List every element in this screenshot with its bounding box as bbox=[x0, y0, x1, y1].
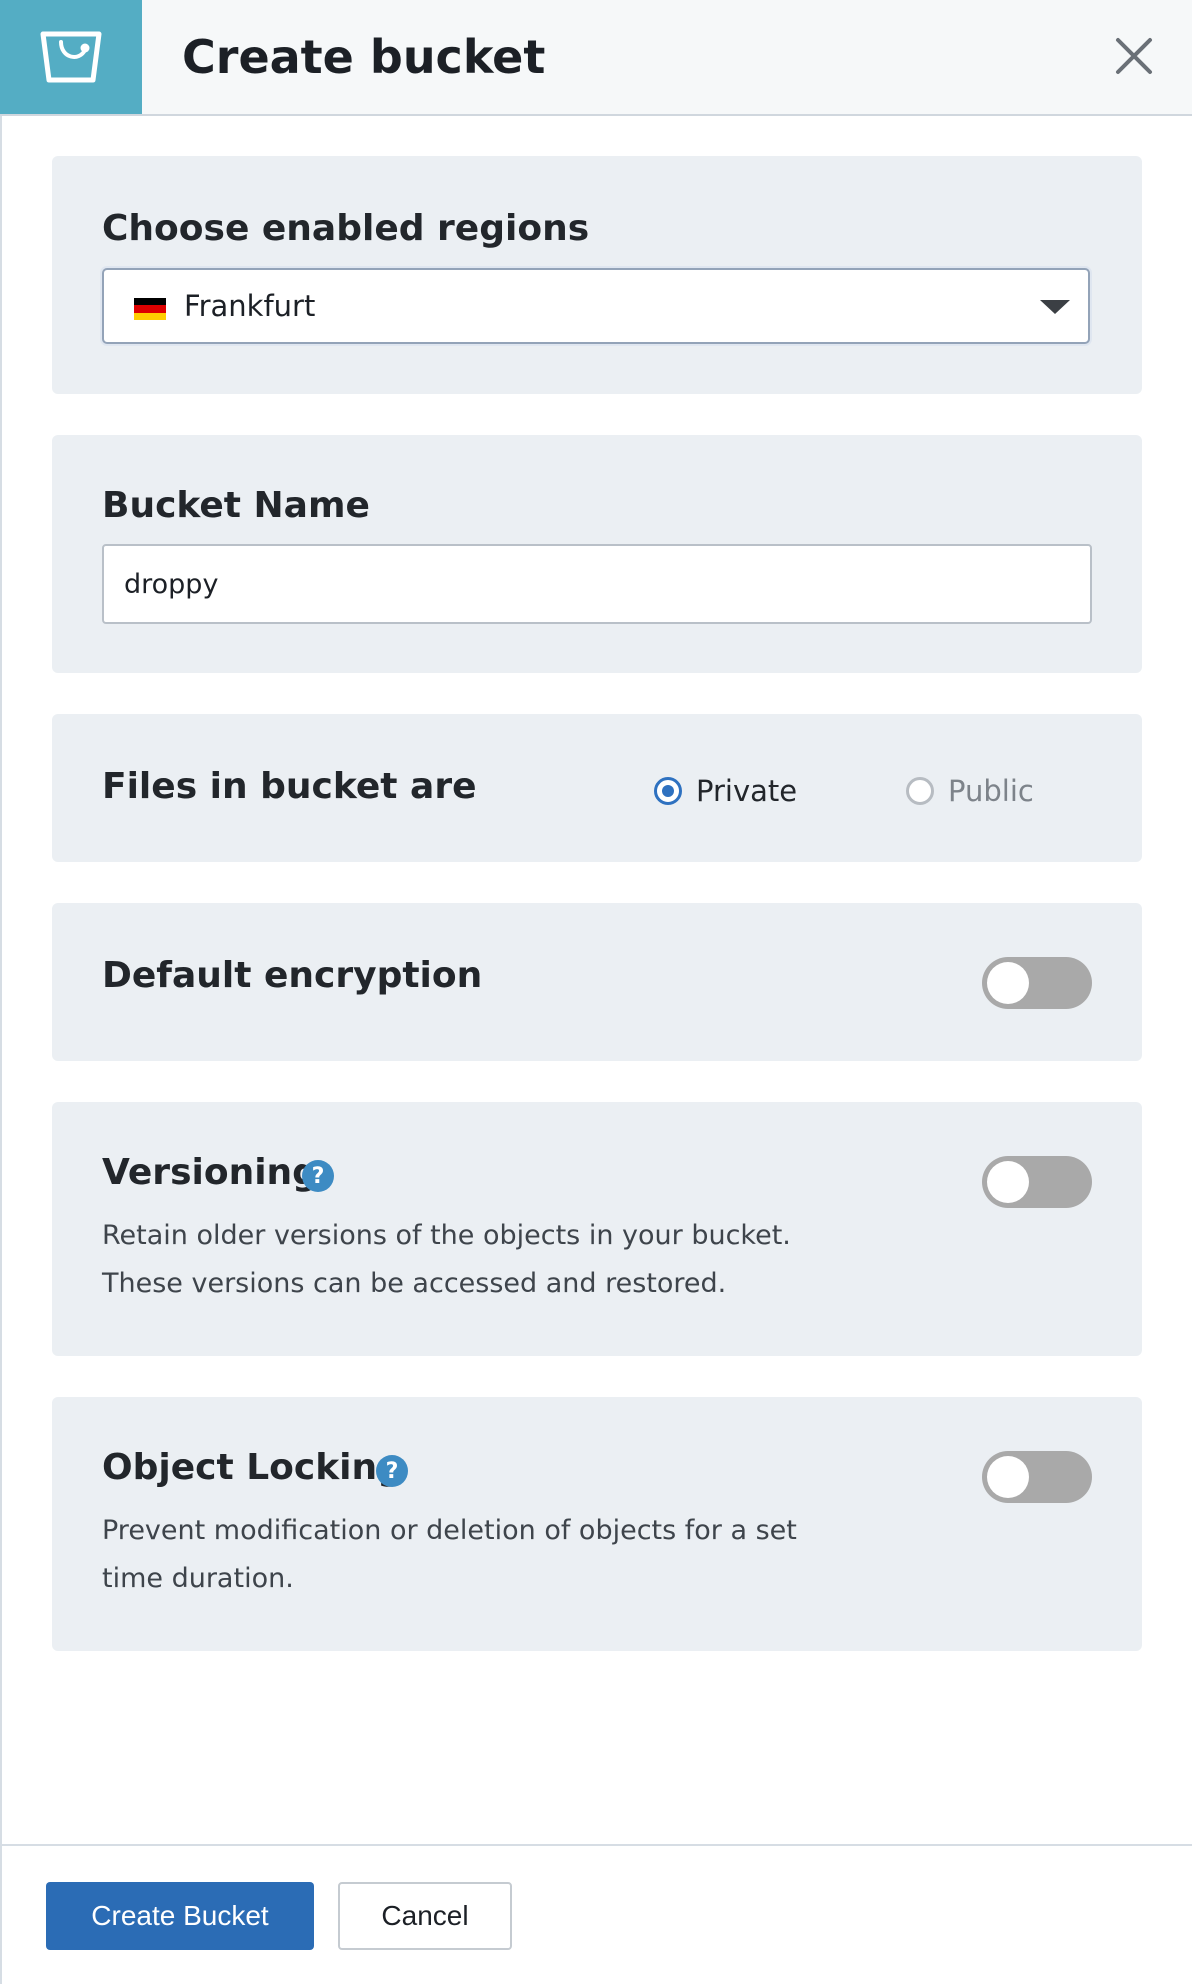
radio-public[interactable]: Public bbox=[906, 774, 1034, 808]
versioning-description-line: These versions can be accessed and resto… bbox=[102, 1268, 727, 1299]
versioning-label: Versioning bbox=[102, 1152, 318, 1193]
radio-private-label: Private bbox=[696, 774, 798, 808]
create-bucket-button[interactable]: Create Bucket bbox=[46, 1882, 314, 1950]
object-locking-description: Prevent modification or deletion of obje… bbox=[102, 1507, 822, 1603]
object-locking-toggle[interactable] bbox=[982, 1451, 1092, 1503]
toggle-knob bbox=[987, 1456, 1029, 1498]
encryption-label: Default encryption bbox=[102, 955, 483, 996]
bucket-name-section: Bucket Name bbox=[52, 435, 1142, 673]
object-locking-section: Object Locking ? Prevent modification or… bbox=[52, 1397, 1142, 1651]
radio-public-dot[interactable] bbox=[906, 777, 934, 805]
radio-public-label: Public bbox=[948, 774, 1034, 808]
region-section: Choose enabled regions Frankfurt bbox=[52, 156, 1142, 394]
panel-header: Create bucket bbox=[0, 0, 1192, 116]
radio-private-dot[interactable] bbox=[654, 777, 682, 805]
cancel-button[interactable]: Cancel bbox=[338, 1882, 512, 1950]
bucket-name-label: Bucket Name bbox=[102, 485, 370, 526]
bucket-name-input[interactable] bbox=[102, 544, 1092, 624]
page-title: Create bucket bbox=[182, 30, 546, 84]
radio-private[interactable]: Private bbox=[654, 774, 797, 808]
toggle-knob bbox=[987, 1161, 1029, 1203]
footer-divider bbox=[0, 1844, 1192, 1846]
object-locking-label: Object Locking bbox=[102, 1447, 403, 1488]
germany-flag-icon bbox=[134, 298, 166, 320]
object-locking-description-line: time duration. bbox=[102, 1563, 294, 1594]
region-label: Choose enabled regions bbox=[102, 208, 590, 249]
versioning-toggle[interactable] bbox=[982, 1156, 1092, 1208]
toggle-knob bbox=[987, 962, 1029, 1004]
region-selected-value: Frankfurt bbox=[184, 289, 316, 323]
object-locking-description-line: Prevent modification or deletion of obje… bbox=[102, 1515, 797, 1546]
versioning-description-line: Retain older versions of the objects in … bbox=[102, 1220, 791, 1251]
help-icon[interactable]: ? bbox=[376, 1455, 408, 1487]
help-icon[interactable]: ? bbox=[302, 1160, 334, 1192]
close-icon[interactable] bbox=[1108, 30, 1160, 82]
bucket-icon bbox=[0, 0, 142, 114]
encryption-section: Default encryption bbox=[52, 903, 1142, 1061]
chevron-down-icon bbox=[1040, 300, 1070, 314]
region-select[interactable]: Frankfurt bbox=[102, 268, 1090, 344]
encryption-toggle[interactable] bbox=[982, 957, 1092, 1009]
visibility-section: Files in bucket are Private Public bbox=[52, 714, 1142, 862]
versioning-section: Versioning ? Retain older versions of th… bbox=[52, 1102, 1142, 1356]
versioning-description: Retain older versions of the objects in … bbox=[102, 1212, 822, 1308]
visibility-label: Files in bucket are bbox=[102, 766, 477, 807]
